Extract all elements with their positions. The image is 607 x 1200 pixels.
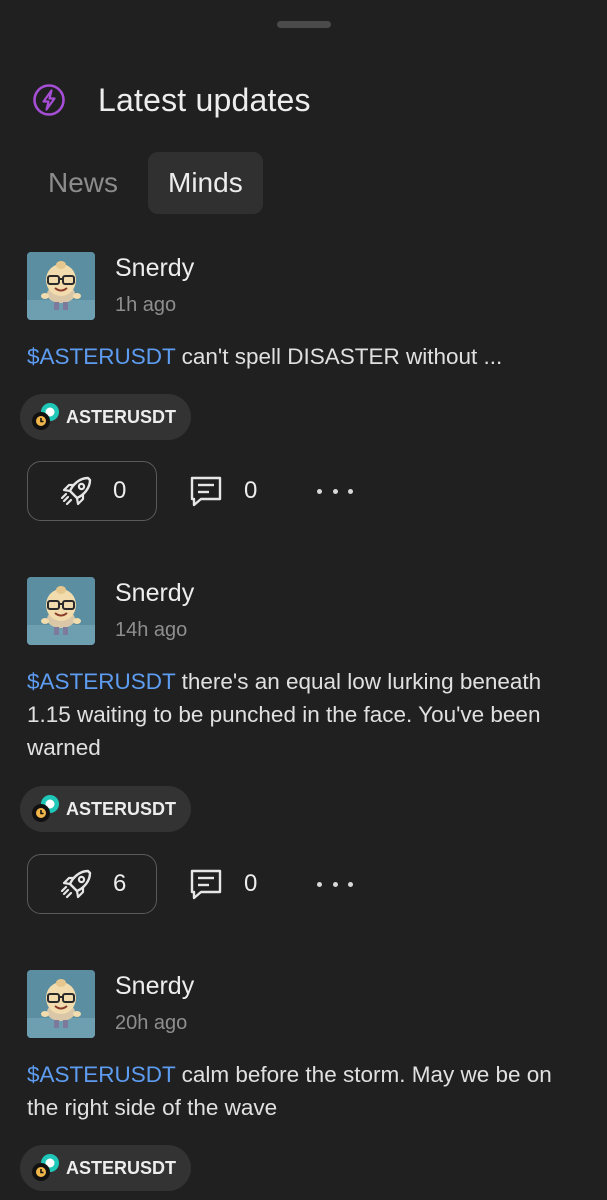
more-dot-icon [317, 488, 322, 494]
header: Latest updates [30, 80, 311, 120]
more-dot-icon [317, 881, 322, 887]
more-options-button[interactable] [317, 476, 353, 506]
boost-button[interactable]: 0 [27, 461, 157, 521]
post-body: $ASTERUSDT there's an equal low lurking … [27, 665, 577, 764]
post-actions: 0 0 [27, 461, 587, 521]
comment-icon [190, 476, 222, 507]
comment-button[interactable]: 0 [187, 854, 257, 914]
avatar[interactable] [27, 252, 95, 320]
author-name[interactable]: Snerdy [115, 579, 194, 608]
more-options-button[interactable] [317, 869, 353, 899]
avatar[interactable] [27, 577, 95, 645]
comment-count: 0 [244, 477, 258, 504]
more-dot-icon [332, 488, 338, 494]
ticker-chip[interactable]: ASTERUSDT [20, 1145, 192, 1191]
chip-label: ASTERUSDT [66, 406, 177, 427]
comment-icon [190, 869, 222, 900]
ticker-chip[interactable]: ASTERUSDT [20, 394, 192, 440]
tab-bar: News Minds [28, 152, 263, 214]
post-timestamp: 20h ago [115, 1012, 188, 1034]
post-actions: 6 0 [27, 854, 587, 914]
avatar[interactable] [27, 970, 95, 1038]
author-name[interactable]: Snerdy [115, 254, 194, 283]
post-body: $ASTERUSDT can't spell DISASTER without … [27, 340, 577, 373]
ticker-link[interactable]: $ASTERUSDT [27, 344, 175, 369]
tab-minds[interactable]: Minds [148, 152, 263, 214]
chip-label: ASTERUSDT [66, 798, 177, 819]
comment-button[interactable]: 0 [187, 461, 257, 521]
boost-count: 0 [113, 477, 127, 504]
aster-coin-icon [30, 402, 60, 432]
page-title: Latest updates [98, 81, 311, 118]
author-name[interactable]: Snerdy [115, 972, 194, 1001]
post-text: can't spell DISASTER without ... [175, 344, 503, 369]
post-timestamp: 1h ago [115, 294, 177, 316]
more-dot-icon [348, 488, 353, 494]
more-dot-icon [348, 881, 353, 887]
boost-count: 6 [113, 870, 127, 897]
post-timestamp: 14h ago [115, 619, 188, 641]
ticker-link[interactable]: $ASTERUSDT [27, 669, 175, 694]
aster-coin-icon [30, 1153, 60, 1183]
ticker-chip[interactable]: ASTERUSDT [20, 786, 192, 832]
rocket-icon [60, 476, 92, 506]
ticker-link[interactable]: $ASTERUSDT [27, 1062, 175, 1087]
tab-news[interactable]: News [28, 152, 138, 214]
chip-label: ASTERUSDT [66, 1157, 177, 1178]
lightning-icon [30, 81, 68, 119]
post-body: $ASTERUSDT calm before the storm. May we… [27, 1058, 577, 1124]
more-dot-icon [332, 881, 338, 887]
rocket-icon [60, 869, 92, 899]
boost-button[interactable]: 6 [27, 854, 157, 914]
comment-count: 0 [244, 870, 258, 897]
drag-handle[interactable] [277, 21, 331, 28]
aster-coin-icon [30, 794, 60, 824]
